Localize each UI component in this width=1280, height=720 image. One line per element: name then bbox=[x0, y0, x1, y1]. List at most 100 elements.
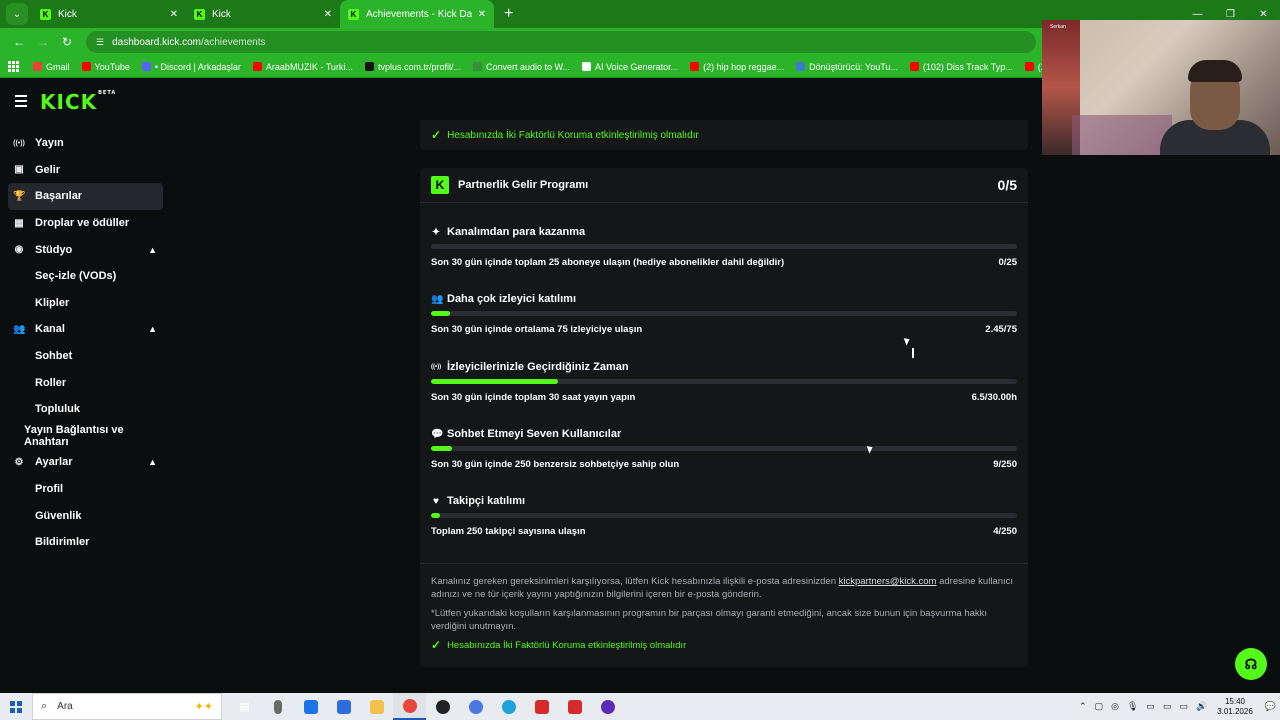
bookmark-item[interactable]: AI Voice Generator... bbox=[582, 62, 678, 72]
bookmark-item[interactable]: Convert audio to W... bbox=[472, 62, 570, 72]
close-window-icon[interactable]: ✕ bbox=[1247, 9, 1280, 20]
minimize-icon[interactable]: — bbox=[1181, 9, 1214, 20]
sidebar-item-sohbet[interactable]: Sohbet bbox=[8, 343, 163, 370]
sidebar-item-gelir[interactable]: ▣ Gelir bbox=[8, 157, 163, 184]
chevron-up-icon[interactable]: ▲ bbox=[148, 245, 157, 255]
webcam-overlay: Serkan bbox=[1042, 20, 1280, 155]
tray-app-icon[interactable]: ▢ bbox=[1095, 701, 1104, 712]
sidebar-item-label: Klipler bbox=[35, 296, 70, 309]
browser-tab-3-active[interactable]: K Achievements - Kick Dashboard ✕ bbox=[340, 0, 494, 28]
bookmark-item[interactable]: AraabMUZIK - Turki... bbox=[252, 61, 353, 72]
requirement-item: 💬 Sohbet Etmeyi Seven Kullanıcılar Son 30 … bbox=[431, 427, 1017, 477]
bookmark-item[interactable]: • Discord | Arkadaşlar bbox=[141, 62, 241, 72]
sidebar-item-bildirimler[interactable]: Bildirimler bbox=[8, 529, 163, 556]
chevron-up-icon[interactable]: ▲ bbox=[148, 324, 157, 334]
app-icon[interactable] bbox=[591, 693, 624, 720]
store-icon[interactable] bbox=[327, 693, 360, 720]
help-chat-button[interactable]: ☊ bbox=[1235, 648, 1267, 680]
requirement-title: Takipçi katılımı bbox=[447, 495, 526, 507]
kick-logo[interactable]: KICKBETA bbox=[40, 90, 116, 114]
progress-bar bbox=[431, 311, 1017, 316]
chevron-up-icon[interactable]: ▲ bbox=[148, 457, 157, 467]
bookmark-item[interactable]: Gmail bbox=[33, 62, 70, 72]
sidebar-item-profil[interactable]: Profil bbox=[8, 476, 163, 503]
tray-app-icon[interactable]: ▭ bbox=[1163, 701, 1172, 712]
sidebar-item-ba-ar-lar[interactable]: 🏆 Başarılar bbox=[8, 183, 163, 210]
requirement-item: ((•)) İzleyicilerinizle Geçirdiğiniz Zama… bbox=[431, 360, 1017, 410]
hamburger-menu-icon[interactable] bbox=[15, 95, 27, 110]
tray-app-icon[interactable]: ▭ bbox=[1146, 701, 1155, 712]
apps-grid-icon[interactable] bbox=[8, 61, 19, 72]
bookmark-item[interactable]: YouTube bbox=[81, 62, 130, 72]
app-icon[interactable] bbox=[558, 693, 591, 720]
close-tab-icon[interactable]: ✕ bbox=[324, 9, 332, 20]
notifications-icon[interactable]: 💬 bbox=[1265, 701, 1276, 712]
requirement-description: Toplam 250 takipçi sayısına ulaşın bbox=[431, 526, 586, 537]
sidebar-item-roller[interactable]: Roller bbox=[8, 369, 163, 396]
two-factor-notice: ✓ Hesabınızda İki Faktörlü Koruma etkinl… bbox=[420, 120, 1028, 150]
sidebar-item-label: Yayın bbox=[35, 137, 64, 150]
app-icon[interactable] bbox=[492, 693, 525, 720]
sidebar-item-klipler[interactable]: Klipler bbox=[8, 290, 163, 317]
sidebar-item-label: Roller bbox=[35, 376, 67, 389]
reload-icon[interactable]: ↻ bbox=[56, 35, 78, 49]
network-icon[interactable]: ▭ bbox=[1179, 701, 1188, 712]
microphone-icon[interactable]: 🎙 bbox=[1127, 701, 1138, 712]
close-tab-icon[interactable]: ✕ bbox=[170, 9, 178, 20]
sidebar-item-yay-n-ba-lant-s-ve-anahtar[interactable]: Yayın Bağlantısı ve Anahtarı bbox=[8, 423, 163, 450]
browser-tab-1[interactable]: K Kick ✕ bbox=[32, 0, 186, 28]
footer-notice-text: Hesabınızda İki Faktörlü Koruma etkinleş… bbox=[447, 640, 687, 651]
tab-search-button[interactable]: ⌄ bbox=[6, 3, 28, 25]
kick-k-icon: K bbox=[431, 176, 449, 194]
volume-icon[interactable]: 🔊 bbox=[1196, 701, 1207, 712]
chrome-icon[interactable] bbox=[393, 693, 426, 720]
bookmark-item[interactable]: (102) Diss Track Typ... bbox=[909, 62, 1013, 72]
sidebar-item-kanal[interactable]: 👥 Kanal ▲ bbox=[8, 316, 163, 343]
sidebar-item-st-dyo[interactable]: ◉ Stüdyo ▲ bbox=[8, 236, 163, 263]
restore-icon[interactable]: ❐ bbox=[1214, 9, 1247, 20]
search-highlight-icon: ✦✦ bbox=[194, 701, 213, 713]
sidebar-item-g-venlik[interactable]: Güvenlik bbox=[8, 502, 163, 529]
task-view-icon[interactable]: ▦ bbox=[228, 693, 261, 720]
browser-tab-2[interactable]: K Kick ✕ bbox=[186, 0, 340, 28]
sidebar-item-se-izle-vods[interactable]: Seç-izle (VODs) bbox=[8, 263, 163, 290]
taskbar-search[interactable]: ⌕ Ara ✦✦ bbox=[32, 693, 222, 720]
wallet-icon: ▣ bbox=[14, 164, 24, 176]
sidebar-item-droplar-ve-d-ller[interactable]: ▦ Droplar ve ödüller bbox=[8, 210, 163, 237]
close-tab-icon[interactable]: ✕ bbox=[478, 9, 486, 20]
site-info-icon[interactable]: ☰ bbox=[96, 37, 104, 48]
bookmark-label: AraabMUZIK - Turki... bbox=[265, 61, 353, 72]
bookmark-item[interactable]: (2) hip hop reggae... bbox=[690, 62, 784, 72]
sidebar-item-ayarlar[interactable]: ⚙ Ayarlar ▲ bbox=[8, 449, 163, 476]
app-icon[interactable] bbox=[261, 693, 294, 720]
requirement-title-row: 👥 Daha çok izleyici katılımı bbox=[431, 292, 1017, 306]
progress-fill bbox=[431, 311, 451, 316]
bookmark-item[interactable]: Dönüştürücü: YouTu... bbox=[796, 62, 898, 72]
footer-note: *Lütfen yukarıdaki koşulların karşılanma… bbox=[431, 608, 988, 632]
chevron-up-icon[interactable]: ⌃ bbox=[1079, 701, 1087, 712]
file-explorer-icon[interactable] bbox=[360, 693, 393, 720]
back-arrow-icon[interactable]: ← bbox=[8, 35, 30, 49]
requirement-description: Son 30 gün içinde toplam 25 aboneye ulaş… bbox=[431, 257, 785, 268]
app-icon[interactable] bbox=[459, 693, 492, 720]
bookmark-favicon-icon bbox=[33, 62, 42, 71]
new-tab-plus-icon[interactable]: + bbox=[504, 5, 513, 23]
sidebar-item-label: Profil bbox=[35, 483, 64, 496]
mail-app-icon[interactable] bbox=[294, 693, 327, 720]
app-icon[interactable] bbox=[525, 693, 558, 720]
partner-email-link[interactable]: kickpartners@kick.com bbox=[839, 576, 937, 587]
forward-arrow-icon[interactable]: → bbox=[32, 35, 54, 49]
progress-fill bbox=[431, 379, 559, 384]
checkmark-icon: ✓ bbox=[431, 128, 442, 142]
bookmark-item[interactable]: tvplus.com.tr/profil/... bbox=[364, 62, 461, 72]
start-button[interactable] bbox=[0, 700, 32, 713]
requirement-title: Sohbet Etmeyi Seven Kullanıcılar bbox=[447, 428, 622, 440]
sidebar-item-topluluk[interactable]: Topluluk bbox=[8, 396, 163, 423]
partner-program-card: K Partnerlik Gelir Programı 0/5 ✦ Kanalım… bbox=[420, 168, 1028, 667]
sidebar-item-yay-n[interactable]: ((•)) Yayın bbox=[8, 130, 163, 157]
url-input[interactable]: ☰ dashboard.kick.com/achievements bbox=[86, 31, 1036, 53]
bookmark-favicon-icon bbox=[1024, 62, 1034, 71]
tray-app-icon[interactable]: ◎ bbox=[1111, 701, 1119, 712]
app-icon[interactable] bbox=[426, 693, 459, 720]
clock[interactable]: 15:40 3.01.2026 bbox=[1217, 697, 1253, 717]
